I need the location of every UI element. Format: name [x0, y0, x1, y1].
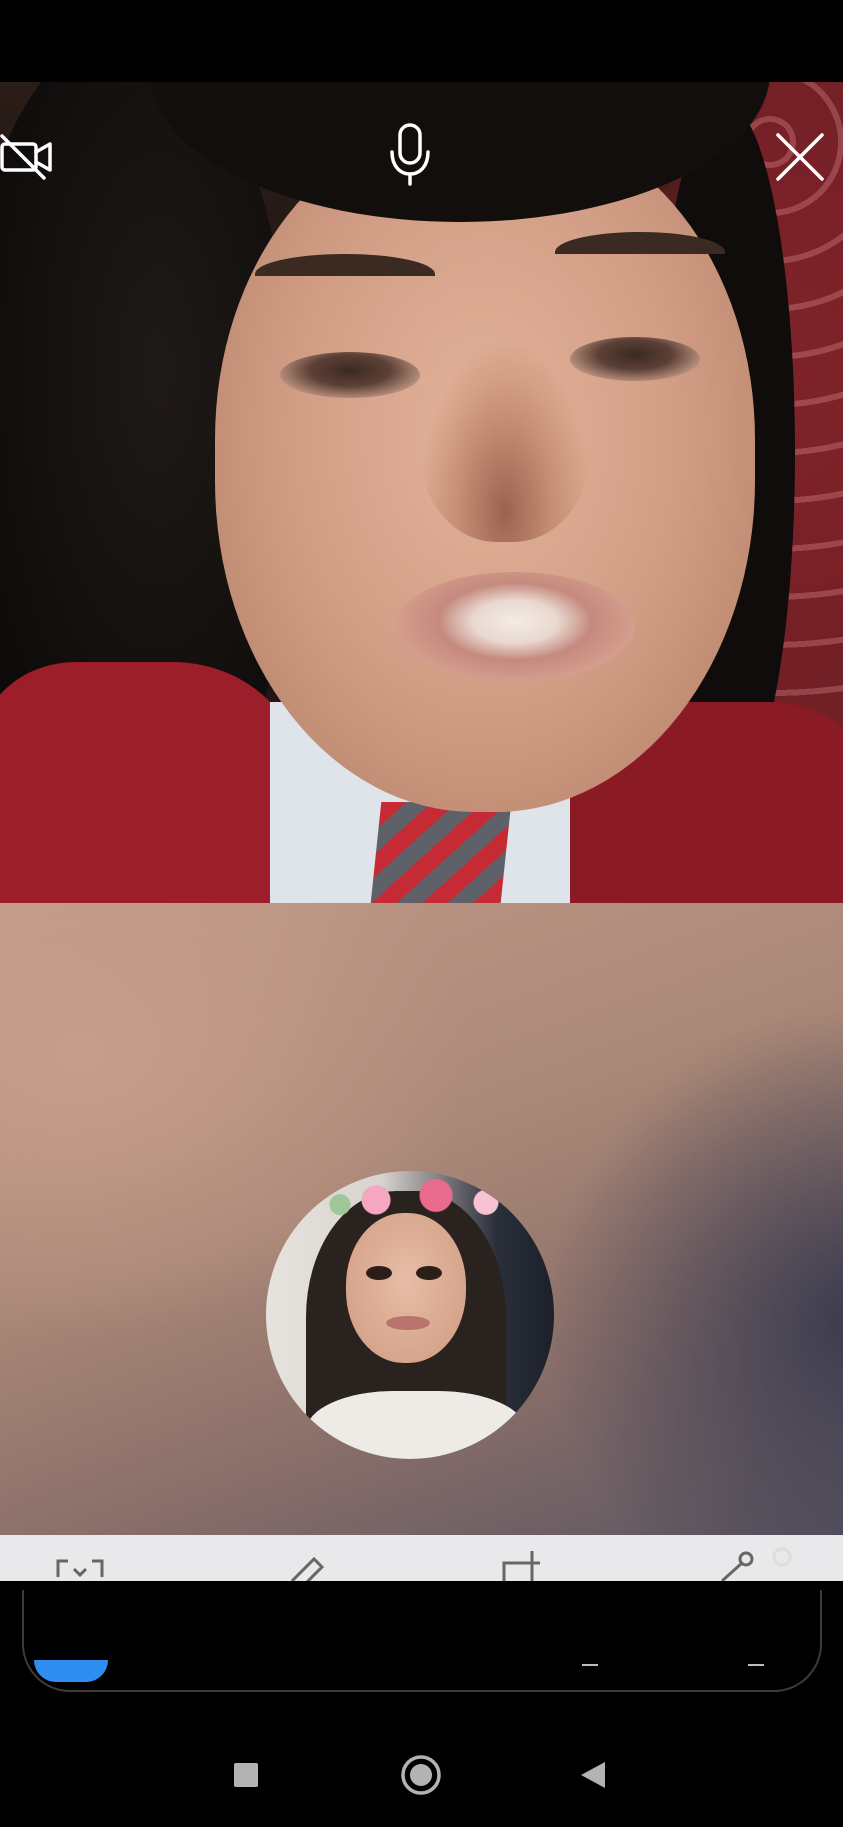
- local-preview-area: [0, 903, 843, 1535]
- remote-blazer-left: [0, 662, 300, 903]
- microphone-icon: [388, 122, 432, 188]
- dock-dash: [748, 1664, 764, 1666]
- video-call-screen: [0, 0, 843, 1827]
- video-off-icon: [0, 132, 56, 182]
- background-app-toolbar: [0, 1535, 843, 1581]
- local-camera-avatar[interactable]: [266, 1171, 554, 1459]
- circle-home-icon: [400, 1754, 442, 1801]
- remote-eye-left: [280, 352, 420, 398]
- mute-button[interactable]: [375, 120, 445, 190]
- remote-eyebrow-left: [255, 254, 435, 294]
- triangle-back-icon: [579, 1760, 607, 1795]
- recent-apps-button[interactable]: [221, 1752, 271, 1802]
- end-call-button[interactable]: [765, 122, 835, 192]
- avatar-face: [346, 1213, 466, 1363]
- avatar-eye-right: [416, 1266, 442, 1280]
- remote-eyebrow-right: [555, 232, 725, 272]
- crop-icon[interactable]: [494, 1547, 554, 1581]
- share-icon[interactable]: [716, 1547, 792, 1581]
- avatar-eye-left: [366, 1266, 392, 1280]
- flower-crown-filter: [316, 1177, 516, 1223]
- remote-nose: [420, 342, 590, 542]
- remote-mouth: [395, 572, 635, 682]
- avatar-shirt: [306, 1391, 526, 1459]
- home-button[interactable]: [396, 1752, 446, 1802]
- remote-eye-right: [570, 337, 700, 381]
- video-toggle-button[interactable]: [0, 122, 62, 192]
- system-navigation-bar: [0, 1730, 843, 1827]
- dock-dash: [582, 1664, 598, 1666]
- avatar-lips: [386, 1316, 430, 1330]
- status-bar: [0, 0, 843, 82]
- expand-icon[interactable]: [50, 1547, 110, 1581]
- edit-icon[interactable]: [278, 1547, 338, 1581]
- back-button[interactable]: [568, 1752, 618, 1802]
- background-app-dock: [22, 1590, 822, 1692]
- call-controls: [0, 82, 843, 232]
- square-recent-icon: [233, 1762, 259, 1793]
- close-icon: [774, 131, 826, 183]
- remote-tie: [368, 802, 512, 903]
- dock-active-indicator: [34, 1660, 108, 1682]
